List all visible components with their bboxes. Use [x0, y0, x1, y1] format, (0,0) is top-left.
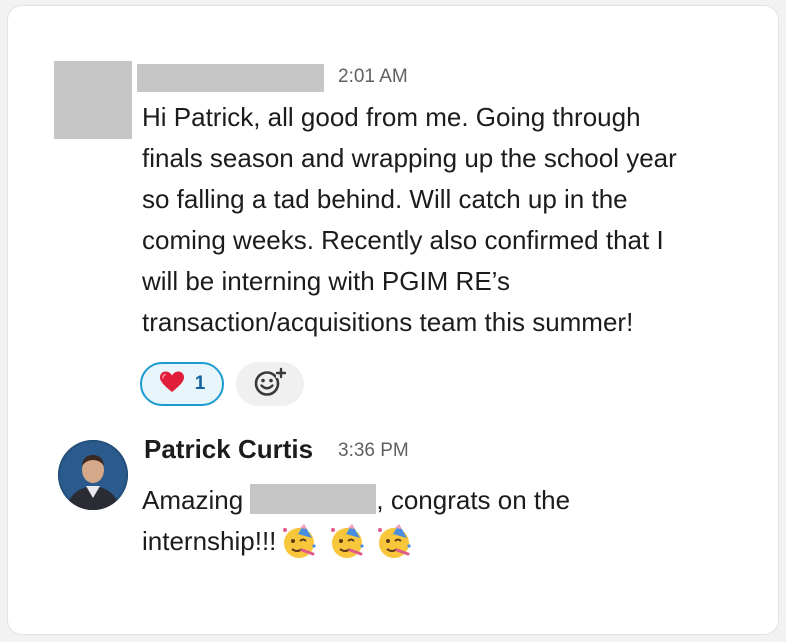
message-text: , congrats on the — [376, 485, 571, 515]
partying-face-icon — [377, 524, 411, 558]
message-line: internship!!! — [142, 521, 570, 572]
message-timestamp[interactable]: 3:36 PM — [338, 440, 409, 462]
message-line: finals season and wrapping up the school… — [142, 143, 677, 173]
emoji-group — [280, 522, 414, 572]
message-thread: 2:01 AM Hi Patrick, all good from me. Go… — [8, 6, 778, 634]
redacted-sender-name — [137, 64, 324, 92]
message-line: Amazing , congrats on the — [142, 480, 570, 521]
partying-face-icon — [283, 524, 317, 558]
message-text: Amazing — [142, 485, 251, 515]
message-timestamp[interactable]: 2:01 AM — [338, 66, 408, 88]
message-body: Hi Patrick, all good from me. Going thro… — [142, 97, 677, 343]
redacted-mention — [250, 484, 377, 514]
redacted-avatar — [54, 61, 132, 139]
add-emoji-icon — [252, 366, 288, 403]
partying-face-icon — [330, 524, 364, 558]
sender-name[interactable]: Patrick Curtis — [144, 434, 313, 465]
add-reaction-button[interactable] — [236, 362, 304, 406]
message-line: so falling a tad behind. Will catch up i… — [142, 184, 628, 214]
avatar[interactable] — [58, 440, 128, 510]
heart-emoji-icon — [159, 370, 185, 399]
reaction-count: 1 — [194, 373, 206, 394]
message-line: coming weeks. Recently also confirmed th… — [142, 225, 664, 255]
message-line: transaction/acquisitions team this summe… — [142, 307, 634, 337]
message-body: Amazing , congrats on the internship!!! — [142, 480, 570, 572]
message-text: internship!!! — [142, 526, 277, 556]
message-line: will be interning with PGIM RE’s — [142, 266, 510, 296]
message-line: Hi Patrick, all good from me. Going thro… — [142, 102, 641, 132]
heart-reaction-button[interactable]: 1 — [140, 362, 224, 406]
